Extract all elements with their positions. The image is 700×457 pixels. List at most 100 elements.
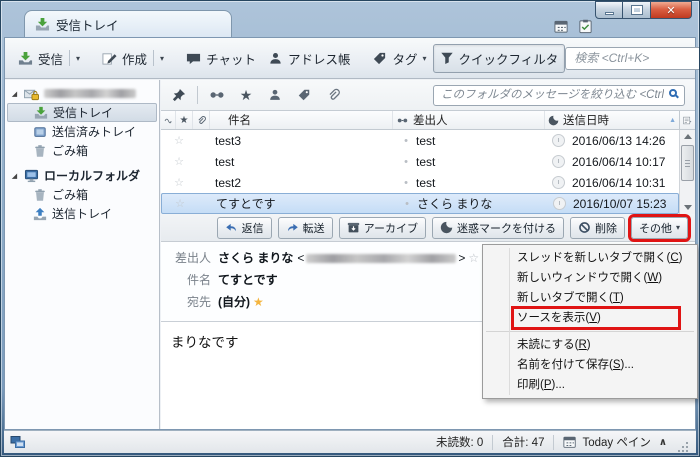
message-row[interactable]: ☆ test3 • test 2016/06/13 14:26 [161,130,679,151]
folder-trash-local[interactable]: ごみ箱 [5,185,159,204]
compose-icon [102,51,117,66]
more-dropdown-icon: ▾ [676,223,680,232]
search-input[interactable] [565,47,700,70]
clock-icon [552,134,565,147]
computer-icon [24,169,39,183]
menu-item-open-in-new-window[interactable]: 新しいウィンドウで開く(W) [483,268,697,288]
tab-title: 受信トレイ [56,15,119,34]
to-value: (自分) [218,294,250,310]
junk-icon [440,221,453,234]
column-thread[interactable] [161,111,176,129]
forward-button[interactable]: 転送 [278,217,333,239]
column-starred[interactable]: ★ [176,111,193,129]
inbox-folder-icon [34,106,48,120]
column-picker-button[interactable] [679,111,695,129]
resize-grip[interactable] [686,442,688,444]
menu-separator [486,331,694,332]
menu-item-view-source[interactable]: ソースを表示(V) [483,308,697,328]
menu-item-print[interactable]: 印刷(P)... [483,375,697,395]
starred-contact-icon[interactable]: ★ [253,294,264,310]
message-row[interactable]: ☆ test2 • test 2016/06/14 10:31 [161,172,679,193]
sort-ascending-icon: ▲ [669,117,676,124]
maximize-button[interactable] [623,1,650,19]
column-sender[interactable]: 差出人 [393,111,545,129]
scroll-down-button[interactable] [680,201,695,214]
account-icon [24,87,39,101]
scrollbar-thumb[interactable] [681,145,694,181]
close-icon: ✕ [666,4,675,17]
filter-contact-icon[interactable] [265,85,285,105]
window-controls: ✕ [595,1,692,19]
get-mail-dropdown[interactable]: ▾ [76,54,80,63]
message-filter-input[interactable] [433,85,685,106]
chat-button[interactable]: チャット [180,45,262,72]
sent-folder-icon [33,125,47,139]
trash-icon [33,188,47,202]
get-mail-button[interactable]: 受信 ▾ [12,45,86,72]
list-scrollbar[interactable] [679,130,695,214]
tag-button[interactable]: タグ ▾ [366,45,432,72]
star-icon[interactable]: ☆ [172,197,188,210]
tab-inbox[interactable]: 受信トレイ [24,10,232,37]
menu-item-mark-unread[interactable]: 未読にする(R) [483,335,697,355]
get-mail-icon [18,51,33,66]
folder-sent[interactable]: 送信済みトレイ [5,122,159,141]
close-button[interactable]: ✕ [650,1,692,19]
network-status-icon[interactable] [10,435,26,450]
folder-local[interactable]: ◢ ローカルフォルダ [5,166,159,185]
filter-tag-icon[interactable] [294,85,314,105]
folder-outbox[interactable]: 送信トレイ [5,204,159,223]
column-date[interactable]: 送信日時 ▲ [545,111,679,129]
message-row-selected[interactable]: ☆ てすとです • さくら まりな 2016/10/07 15:23 [161,193,679,214]
address-book-button[interactable]: アドレス帳 [262,45,357,72]
delete-icon [578,221,591,234]
minimize-button[interactable] [595,1,623,19]
tasks-tab-icon[interactable] [577,18,594,35]
compose-dropdown[interactable]: ▾ [160,54,164,63]
message-row[interactable]: ☆ test • test 2016/06/14 10:17 [161,151,679,172]
app-window: 受信トレイ ✕ 受信 ▾ [0,0,700,457]
menu-item-open-thread-in-tab[interactable]: スレッドを新しいタブで開く(C) [483,248,697,268]
tag-icon [372,51,387,66]
pin-icon[interactable] [168,85,188,105]
folder-trash-account[interactable]: ごみ箱 [5,141,159,160]
star-icon[interactable]: ☆ [171,176,187,189]
archive-button[interactable]: アーカイブ [339,217,426,239]
filter-attachment-icon[interactable] [323,85,343,105]
column-attachment[interactable] [193,111,210,129]
filter-unread-icon[interactable] [207,85,227,105]
star-contact-icon[interactable]: ☆ [468,250,479,266]
tree-expanded-icon[interactable]: ◢ [10,90,19,98]
titlebar: 受信トレイ ✕ [4,3,696,37]
compose-button[interactable]: 作成 ▾ [96,45,170,72]
tag-dropdown[interactable]: ▾ [422,54,426,63]
subject-label: 件名 [167,272,211,288]
delete-button[interactable]: 削除 [570,217,625,239]
more-button[interactable]: その他 ▾ [631,217,688,239]
redacted-email-address [306,254,456,263]
calendar-tab-icon[interactable] [553,18,570,35]
column-subject[interactable]: 件名 [210,111,393,129]
tree-expanded-icon[interactable]: ◢ [10,172,19,180]
folder-inbox[interactable]: 受信トレイ [7,103,157,122]
today-pane-toggle[interactable]: Today ペイン ∧ [563,434,667,450]
folder-pane: ◢ 受信トレイ 送信済みトレイ ごみ箱 ◢ ローカルフォルダ [5,80,160,429]
chevron-up-icon: ∧ [659,437,667,448]
inbox-icon [35,17,50,32]
junk-button[interactable]: 迷惑マークを付ける [432,217,564,239]
reply-button[interactable]: 返信 [217,217,272,239]
main-toolbar: 受信 ▾ 作成 ▾ チャット アドレス帳 [5,38,695,79]
reply-icon [225,221,238,234]
today-pane-label: Today ペイン [582,434,650,450]
menu-item-open-in-new-tab[interactable]: 新しいタブで開く(T) [483,288,697,308]
account-row[interactable]: ◢ [5,84,159,103]
star-icon[interactable]: ☆ [171,134,187,147]
outbox-icon [33,207,47,221]
scroll-up-button[interactable] [680,130,695,143]
quick-filter-button[interactable]: クイックフィルタ [433,44,566,73]
filter-starred-icon[interactable]: ★ [236,85,256,105]
menu-item-save-as[interactable]: 名前を付けて保存(S)... [483,355,697,375]
person-icon [268,51,283,66]
star-icon[interactable]: ☆ [171,155,187,168]
to-label: 宛先 [167,294,211,310]
